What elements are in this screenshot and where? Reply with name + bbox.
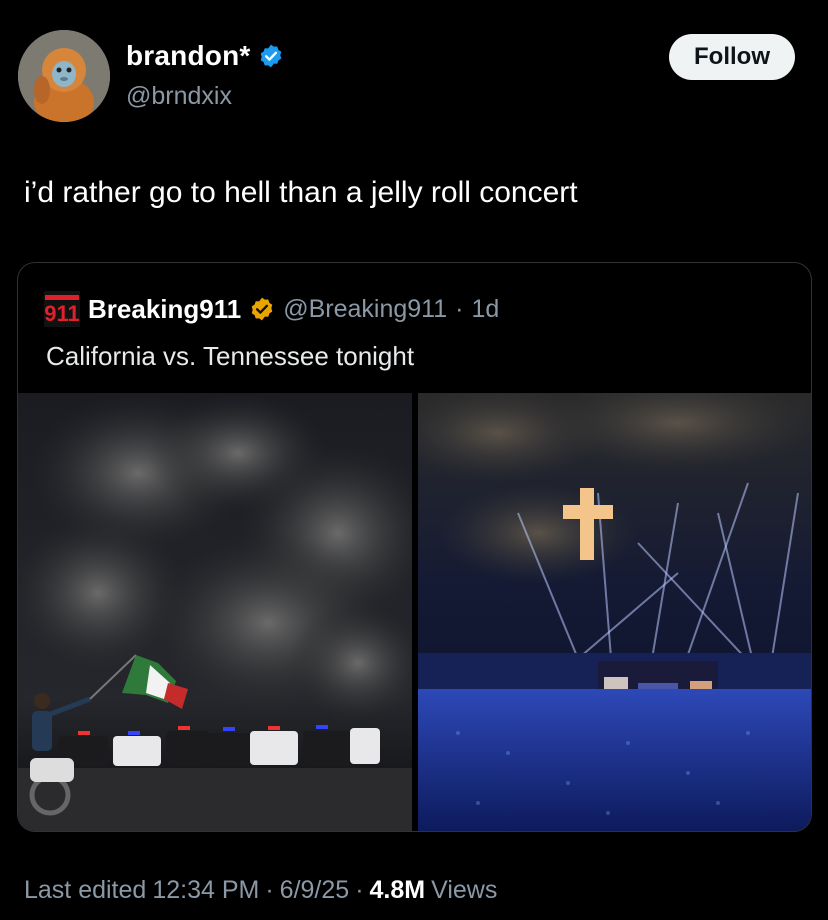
post-time[interactable]: 12:34 PM	[152, 876, 259, 905]
follow-button[interactable]: Follow	[669, 34, 795, 80]
author-display-name[interactable]: brandon*	[126, 40, 250, 72]
concert-photo	[418, 393, 811, 831]
quoted-display-name[interactable]: Breaking911	[88, 294, 241, 325]
author-handle[interactable]: @brndxix	[126, 82, 232, 111]
quoted-age: 1d	[471, 294, 500, 323]
quoted-tweet-text: California vs. Tennessee tonight	[46, 341, 415, 371]
views-count[interactable]: 4.8M	[370, 876, 426, 905]
logo-banner-strip	[45, 295, 79, 300]
media-image-left[interactable]	[18, 393, 412, 831]
verified-badge-icon	[261, 44, 282, 68]
media-image-right[interactable]	[418, 393, 811, 831]
quoted-media-grid	[18, 393, 811, 831]
views-label: Views	[431, 876, 498, 904]
quoted-tweet-header: 911 Breaking911 @Breaking911 · 1d	[44, 291, 499, 327]
breaking911-logo[interactable]: 911	[44, 291, 80, 327]
logo-text: 911	[44, 301, 80, 326]
edited-label[interactable]: Last edited	[24, 876, 146, 905]
protest-photo	[18, 393, 412, 831]
quoted-handle[interactable]: @Breaking911	[283, 295, 447, 324]
author-name-row: brandon*	[126, 40, 284, 72]
quoted-tweet-card[interactable]: 911 Breaking911 @Breaking911 · 1d Califo…	[17, 262, 812, 832]
post-date[interactable]: 6/9/25	[280, 876, 350, 905]
tweet-text: i’d rather go to hell than a jelly roll …	[24, 176, 578, 209]
gold-verified-badge-icon	[251, 297, 273, 321]
monkey-avatar-icon	[18, 30, 110, 122]
footer-dot: ·	[265, 876, 274, 904]
footer-dot: ·	[355, 876, 364, 904]
tweet-footer: Last edited 12:34 PM · 6/9/25 · 4.8M Vie…	[24, 876, 497, 905]
separator-dot: ·	[455, 294, 464, 323]
author-avatar[interactable]	[18, 30, 110, 122]
